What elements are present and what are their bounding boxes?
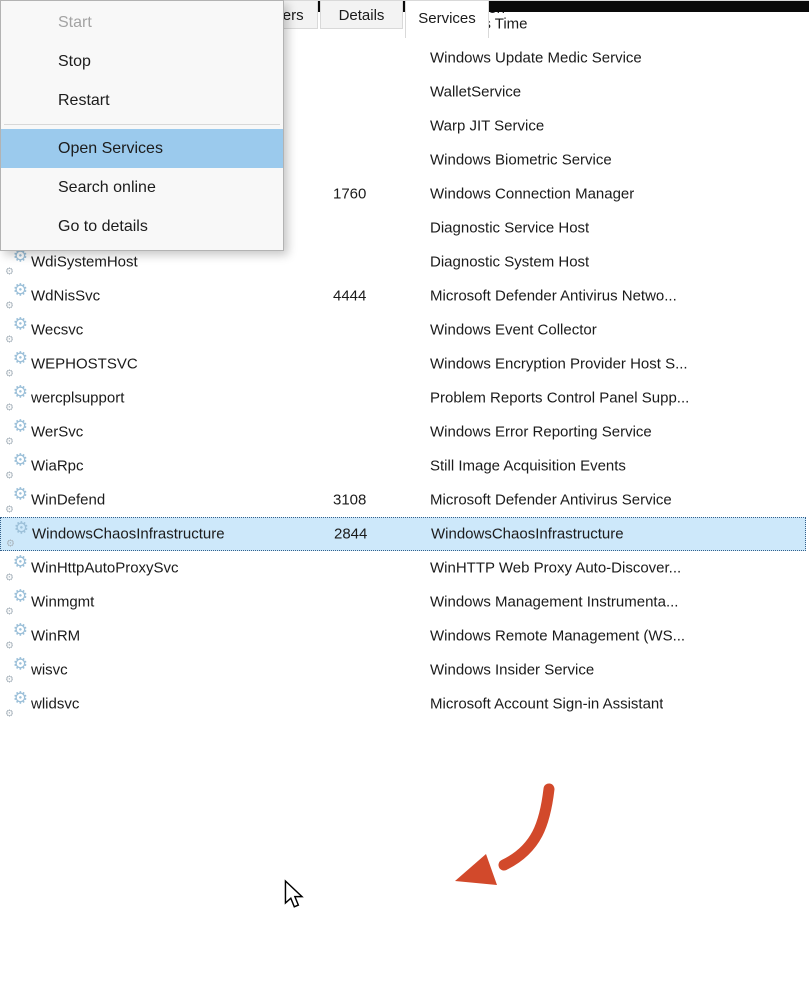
service-name: WerSvc: [31, 424, 83, 441]
service-description: Windows Remote Management (WS...: [430, 628, 685, 645]
mouse-cursor-icon: [285, 881, 302, 907]
service-name: wlidsvc: [31, 696, 79, 713]
service-name: WdNisSvc: [31, 288, 100, 305]
service-gear-icon: [5, 557, 28, 580]
service-row-WEPHOSTSVC[interactable]: WEPHOSTSVC Windows Encryption Provider Ho…: [0, 347, 806, 381]
service-description: Diagnostic System Host: [430, 254, 589, 271]
service-name: WinHttpAutoProxySvc: [31, 560, 179, 577]
context-menu-item-stop[interactable]: Stop: [1, 42, 283, 81]
service-gear-icon: [5, 387, 28, 410]
service-gear-icon: [5, 625, 28, 648]
service-name: WiaRpc: [31, 458, 84, 475]
service-name: WindowsChaosInfrastructure: [32, 526, 225, 543]
service-gear-icon: [5, 659, 28, 682]
context-menu-item-open-services[interactable]: Open Services: [1, 129, 283, 168]
service-pid: 2844: [334, 526, 367, 543]
service-description: Microsoft Defender Antivirus Service: [430, 492, 672, 509]
service-description: Windows Update Medic Service: [430, 50, 642, 67]
service-description: Windows Biometric Service: [430, 152, 612, 169]
service-gear-icon: [5, 353, 28, 376]
service-description: Microsoft Defender Antivirus Netwo...: [430, 288, 677, 305]
service-row-WindowsChaosInfrastructure[interactable]: WindowsChaosInfrastructure 2844 WindowsCha…: [0, 517, 806, 551]
service-row-WerSvc[interactable]: WerSvc Windows Error Reporting Service: [0, 415, 806, 449]
service-name: WinDefend: [31, 492, 105, 509]
context-menu-item-go-to-details[interactable]: Go to details: [1, 207, 283, 246]
service-gear-icon: [5, 421, 28, 444]
service-gear-icon: [6, 523, 29, 546]
service-description: WalletService: [430, 84, 521, 101]
service-row-Winmgmt[interactable]: Winmgmt Windows Management Instrumenta...: [0, 585, 806, 619]
service-row-WinDefend[interactable]: WinDefend 3108 Microsoft Defender Antiviru…: [0, 483, 806, 517]
service-row-wisvc[interactable]: wisvc Windows Insider Service: [0, 653, 806, 687]
service-gear-icon: [5, 489, 28, 512]
service-row-wercplsupport[interactable]: wercplsupport Problem Reports Control Pan…: [0, 381, 806, 415]
service-name: WinRM: [31, 628, 80, 645]
service-pid: 3108: [333, 492, 366, 509]
service-gear-icon: [5, 319, 28, 342]
service-row-WiaRpc[interactable]: WiaRpc Still Image Acquisition Events: [0, 449, 806, 483]
service-pid: 4444: [333, 288, 366, 305]
service-row-Wecsvc[interactable]: Wecsvc Windows Event Collector: [0, 313, 806, 347]
tab-services[interactable]: Services: [405, 0, 489, 38]
service-description: Warp JIT Service: [430, 118, 544, 135]
service-description: Windows Error Reporting Service: [430, 424, 652, 441]
service-row-wlidsvc[interactable]: wlidsvc Microsoft Account Sign-in Assista…: [0, 687, 806, 721]
service-row-WdNisSvc[interactable]: WdNisSvc 4444 Microsoft Defender Antivirus…: [0, 279, 806, 313]
service-description: Diagnostic Service Host: [430, 220, 589, 237]
service-pid: 1760: [333, 186, 366, 203]
service-description: Microsoft Account Sign-in Assistant: [430, 696, 663, 713]
service-gear-icon: [5, 591, 28, 614]
service-gear-icon: [5, 455, 28, 478]
service-description: WinHTTP Web Proxy Auto-Discover...: [430, 560, 681, 577]
service-description: Windows Insider Service: [430, 662, 594, 679]
service-description: Windows Management Instrumenta...: [430, 594, 678, 611]
service-name: WEPHOSTSVC: [31, 356, 138, 373]
service-gear-icon: [5, 285, 28, 308]
context-menu-item-start: Start: [1, 3, 283, 42]
menu-separator: [4, 124, 280, 125]
service-description: Windows Connection Manager: [430, 186, 634, 203]
context-menu-item-search-online[interactable]: Search online: [1, 168, 283, 207]
service-description: Problem Reports Control Panel Supp...: [430, 390, 689, 407]
service-description: Windows Encryption Provider Host S...: [430, 356, 688, 373]
service-description: Windows Event Collector: [430, 322, 597, 339]
service-description: Still Image Acquisition Events: [430, 458, 626, 475]
service-name: Winmgmt: [31, 594, 94, 611]
service-gear-icon: [5, 251, 28, 274]
service-gear-icon: [5, 693, 28, 716]
service-name: wercplsupport: [31, 390, 124, 407]
service-row-WinRM[interactable]: WinRM Windows Remote Management (WS...: [0, 619, 806, 653]
tab-details[interactable]: Details: [320, 0, 403, 29]
context-menu: StartStopRestart Open ServicesSearch onli…: [0, 0, 284, 251]
context-menu-item-restart[interactable]: Restart: [1, 81, 283, 120]
service-name: WdiSystemHost: [31, 254, 138, 271]
red-arrow-annotation: [455, 789, 549, 885]
service-name: Wecsvc: [31, 322, 83, 339]
service-name: wisvc: [31, 662, 68, 679]
service-description: WindowsChaosInfrastructure: [431, 526, 624, 543]
service-row-WinHttpAutoProxySvc[interactable]: WinHttpAutoProxySvc WinHTTP Web Proxy Aut…: [0, 551, 806, 585]
